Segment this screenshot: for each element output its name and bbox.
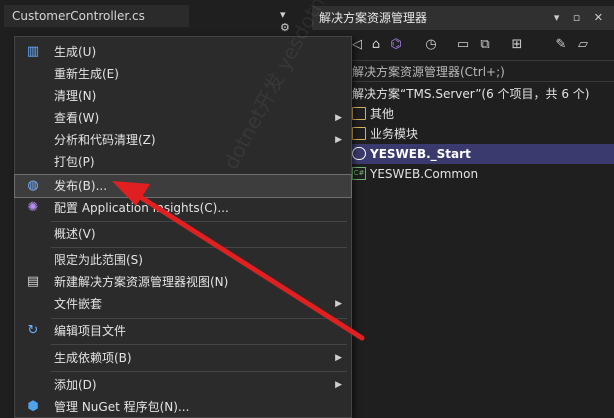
annotation-arrow — [112, 181, 365, 341]
